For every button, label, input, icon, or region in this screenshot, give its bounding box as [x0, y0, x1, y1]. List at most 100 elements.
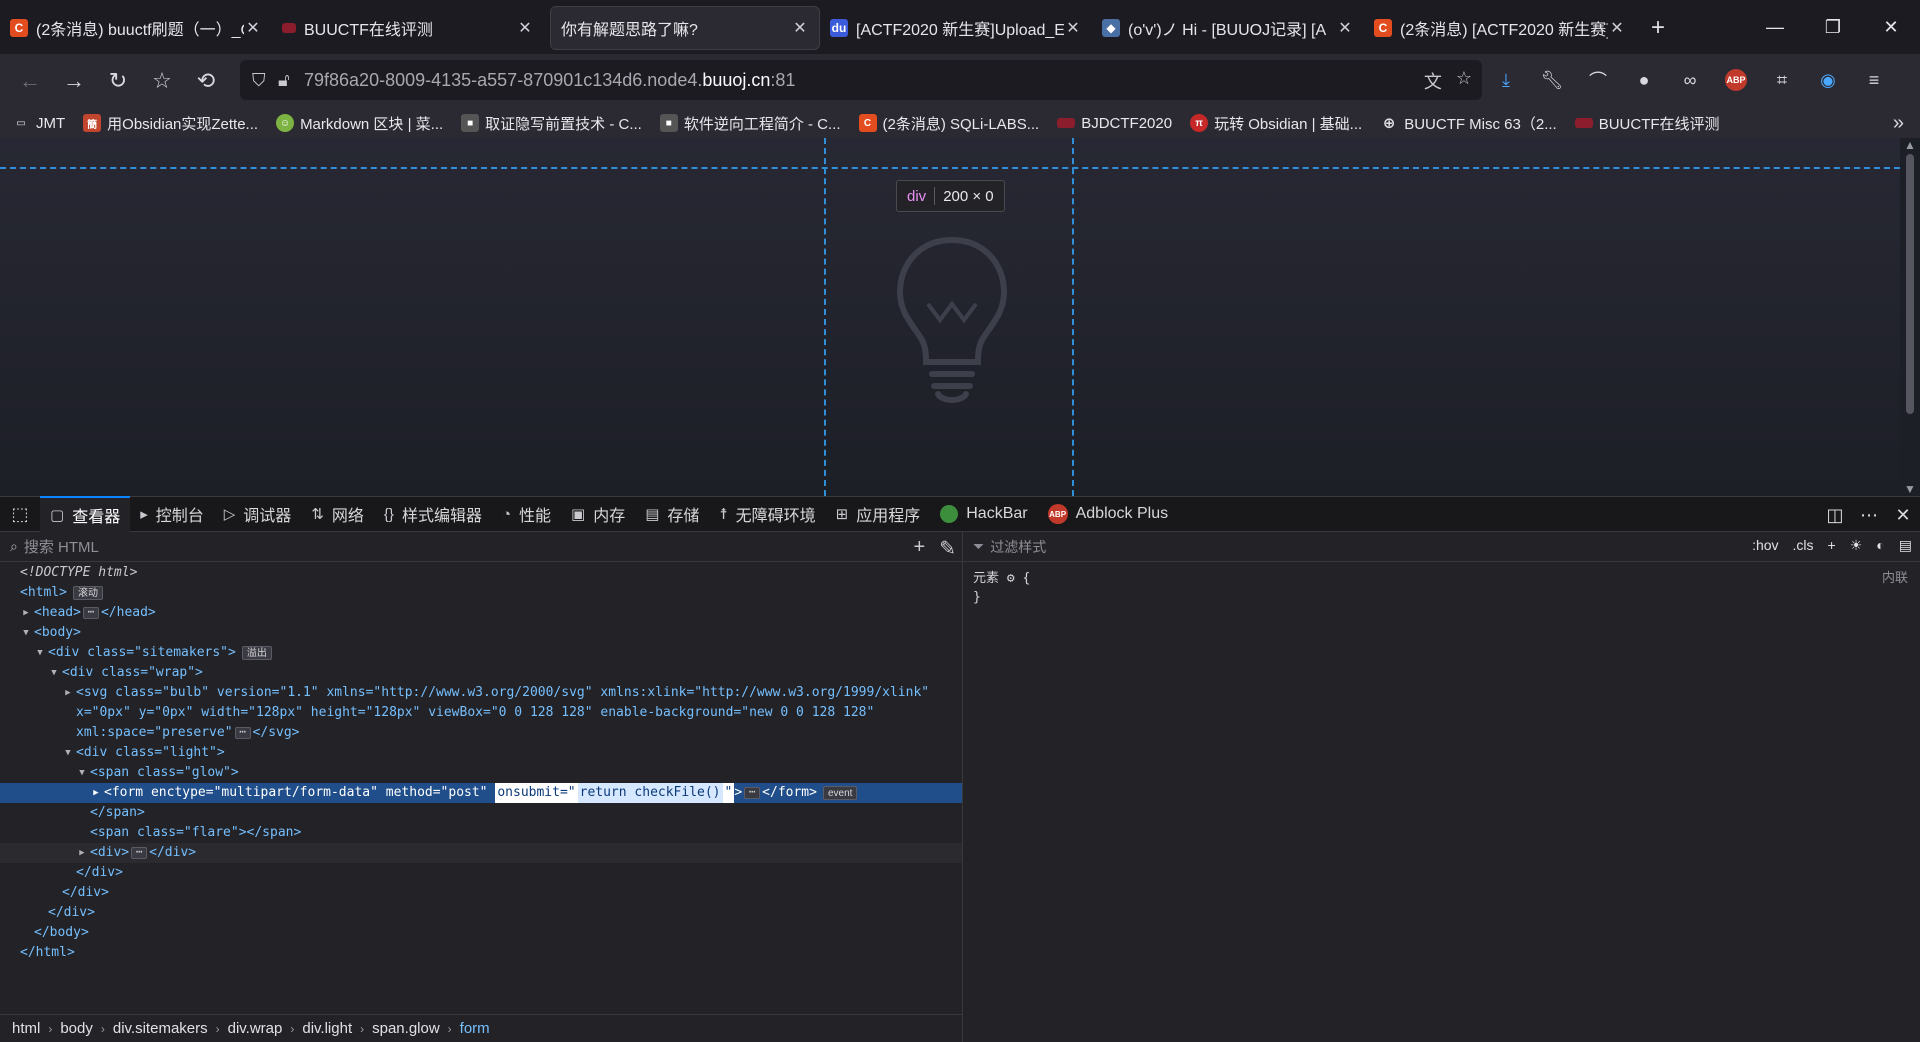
bookmark-item[interactable]: π 玩转 Obsidian | 基础... — [1190, 113, 1362, 134]
collapsed-ellipsis-icon[interactable]: ⋯ — [131, 846, 148, 859]
tree-node-body[interactable]: ▼ <body> — [0, 623, 962, 643]
history-icon[interactable]: ⟲ — [184, 59, 228, 103]
collapsed-ellipsis-icon[interactable]: ⋯ — [744, 786, 761, 799]
add-node-icon[interactable]: + — [914, 536, 926, 561]
bookmark-item[interactable]: BUUCTF在线评测 — [1574, 113, 1720, 134]
expand-arrow-icon[interactable]: ▶ — [90, 783, 102, 803]
style-filter[interactable]: ⏷ 过滤样式 :hov .cls + ☀ ◐ ▤ — [963, 532, 1920, 562]
breadcrumb-light[interactable]: div.light — [302, 1020, 352, 1037]
translate-icon[interactable]: 文 — [1424, 68, 1442, 94]
breadcrumb-glow[interactable]: span.glow — [372, 1020, 440, 1037]
restore-icon[interactable]: ❐ — [1804, 0, 1862, 54]
expand-arrow-icon[interactable]: ▶ — [62, 683, 74, 703]
collapse-arrow-icon[interactable]: ▼ — [34, 643, 46, 663]
collapse-arrow-icon[interactable]: ▼ — [62, 743, 74, 763]
tree-node-body-close[interactable]: </body> — [0, 923, 962, 943]
tab-adblock-plus[interactable]: ABP Adblock Plus — [1038, 496, 1179, 532]
bookmark-item[interactable]: BJDCTF2020 — [1057, 115, 1172, 132]
tree-node-light-close[interactable]: </div> — [0, 863, 962, 883]
tab-storage[interactable]: ▤ 存储 — [635, 496, 709, 532]
expand-arrow-icon[interactable]: ▶ — [76, 843, 88, 863]
tab-4[interactable]: du [ACTF2020 新生赛]Upload_E ✕ — [820, 6, 1092, 50]
bookmark-item[interactable]: C (2条消息) SQLi-LABS... — [858, 113, 1039, 134]
scroll-thumb[interactable] — [1906, 154, 1914, 414]
tab-debugger[interactable]: ▷ 调试器 — [214, 496, 302, 532]
tab-inspector[interactable]: ▢ 查看器 — [40, 496, 131, 532]
close-tab-icon[interactable]: ✕ — [791, 18, 809, 38]
collapsed-ellipsis-icon[interactable]: ⋯ — [82, 606, 99, 619]
new-tab-button[interactable]: + — [1636, 6, 1680, 50]
tab-3-active[interactable]: 你有解题思路了嘛? ✕ — [550, 6, 820, 50]
minimize-icon[interactable]: — — [1746, 0, 1804, 54]
wrench-icon[interactable]: 🔧︎ — [1536, 64, 1568, 96]
insecure-lock-icon[interactable]: 🔓︎ — [278, 70, 304, 91]
close-tab-icon[interactable]: ✕ — [244, 18, 262, 38]
scroll-down-icon[interactable]: ▼ — [1904, 482, 1916, 496]
bookmark-item[interactable]: 簡用Obsidian实现Zette... — [83, 113, 258, 134]
bookmark-manager-icon[interactable]: ☆ — [140, 59, 184, 103]
tab-application[interactable]: ⊞ 应用程序 — [826, 496, 931, 532]
avatar-icon[interactable]: ● — [1628, 64, 1660, 96]
scroll-badge[interactable]: 滚动 — [72, 586, 103, 600]
tree-node-light[interactable]: ▼ <div class="light"> — [0, 743, 962, 763]
bookmark-item[interactable]: ■ 取证隐写前置技术 - C... — [461, 113, 642, 134]
tab-style-editor[interactable]: {} 样式编辑器 — [374, 496, 492, 532]
extension-icon[interactable]: ◉ — [1812, 64, 1844, 96]
bookmarks-overflow-icon[interactable]: » — [1893, 112, 1904, 135]
element-picker-icon[interactable]: ⬚ — [0, 496, 40, 532]
close-tab-icon[interactable]: ✕ — [1608, 18, 1626, 38]
tab-performance[interactable]: ◔ 性能 — [492, 496, 561, 532]
reader-icon[interactable]: ∞ — [1674, 64, 1706, 96]
tree-node-form-selected[interactable]: ▶ <form enctype="multipart/form-data" met… — [0, 783, 962, 803]
tree-node-wrap-close[interactable]: </div> — [0, 883, 962, 903]
tree-node-glow-close[interactable]: </span> — [0, 803, 962, 823]
tree-node-html-close[interactable]: </html> — [0, 943, 962, 963]
crop-icon[interactable]: ⌗ — [1766, 64, 1798, 96]
tree-node-svg[interactable]: ▶ <svg class="bulb" version="1.1" xmlns="… — [0, 683, 962, 703]
url-bar[interactable]: ⛉ 🔓︎ 79f86a20-8009-4135-a557-870901c134d… — [240, 60, 1482, 100]
onsubmit-value-highlight[interactable]: return checkFile() — [577, 783, 723, 803]
light-theme-icon[interactable]: ☀ — [1850, 537, 1863, 554]
star-bookmark-icon[interactable]: ☆ — [1456, 68, 1472, 94]
more-options-icon[interactable]: ⋯ — [1852, 505, 1886, 526]
dark-theme-icon[interactable]: ◐ — [1876, 537, 1884, 554]
event-badge[interactable]: event — [822, 786, 858, 800]
bookmark-item[interactable]: ☺ Markdown 区块 | 菜... — [276, 113, 443, 134]
breadcrumb-wrap[interactable]: div.wrap — [228, 1020, 283, 1037]
tree-node-doctype[interactable]: <!DOCTYPE html> — [0, 563, 962, 583]
tab-1[interactable]: C (2条消息) buuctf刷题（一）_C ✕ — [0, 6, 272, 50]
collapse-arrow-icon[interactable]: ▼ — [76, 763, 88, 783]
expand-arrow-icon[interactable]: ▶ — [20, 603, 32, 623]
bookmark-folder-jmt[interactable]: ▭ JMT — [12, 114, 65, 132]
bookmark-item[interactable]: ■ 软件逆向工程简介 - C... — [659, 113, 841, 134]
adblock-icon[interactable]: ABP — [1725, 69, 1747, 91]
reload-icon[interactable]: ↻ — [96, 59, 140, 103]
forward-arrow-icon[interactable]: → — [52, 59, 96, 103]
print-media-icon[interactable]: ▤ — [1899, 537, 1912, 554]
tab-6[interactable]: C (2条消息) [ACTF2020 新生赛] ✕ — [1364, 6, 1636, 50]
tree-node-head[interactable]: ▶ <head> ⋯ </head> — [0, 603, 962, 623]
scroll-up-icon[interactable]: ▲ — [1904, 138, 1916, 152]
tree-node-flare[interactable]: <span class="flare"></span> — [0, 823, 962, 843]
tree-node-sitemakers-close[interactable]: </div> — [0, 903, 962, 923]
close-devtools-icon[interactable]: ✕ — [1886, 505, 1920, 526]
collapse-arrow-icon[interactable]: ▼ — [48, 663, 60, 683]
tab-accessibility[interactable]: ☨ 无障碍环境 — [709, 496, 825, 532]
page-scrollbar[interactable]: ▲ ▼ — [1900, 138, 1920, 496]
sync-icon[interactable]: ⌒ — [1582, 64, 1614, 96]
shield-icon[interactable]: ⛉ — [252, 70, 278, 91]
breadcrumb-sitemakers[interactable]: div.sitemakers — [113, 1020, 208, 1037]
tab-5[interactable]: ◆ (o'v')ノ Hi - [BUUOJ记录] [A ✕ — [1092, 6, 1364, 50]
eyedropper-icon[interactable]: ✎ — [939, 536, 956, 561]
tree-node-wrap[interactable]: ▼ <div class="wrap"> — [0, 663, 962, 683]
close-tab-icon[interactable]: ✕ — [1064, 18, 1082, 38]
tab-console[interactable]: ▸ 控制台 — [130, 496, 214, 532]
downloads-icon[interactable]: ⤓ — [1490, 64, 1522, 96]
gear-icon[interactable]: ⚙ — [1007, 571, 1015, 586]
tree-node-html[interactable]: <html> 滚动 — [0, 583, 962, 603]
dock-side-icon[interactable]: ◫ — [1818, 505, 1852, 526]
breadcrumb-body[interactable]: body — [60, 1020, 93, 1037]
overflow-badge[interactable]: 溢出 — [241, 646, 272, 660]
back-arrow-icon[interactable]: ← — [8, 59, 52, 103]
collapse-arrow-icon[interactable]: ▼ — [20, 623, 32, 643]
